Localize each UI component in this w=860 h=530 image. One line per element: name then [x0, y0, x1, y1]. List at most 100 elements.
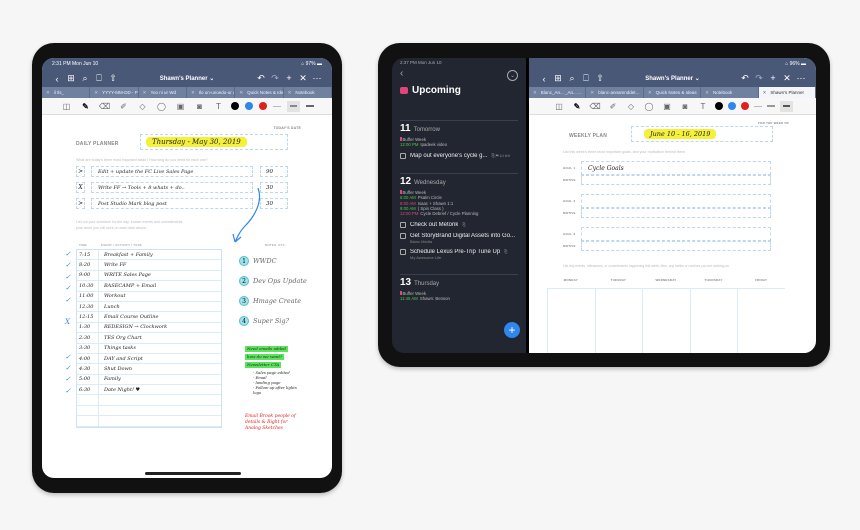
tab-3[interactable]: ✕ Ilo un-unoedu-ur a: [187, 87, 236, 98]
task-mark-box[interactable]: >: [76, 198, 85, 209]
motive-field[interactable]: [581, 208, 771, 218]
pen-tool-icon[interactable]: ✎: [79, 102, 92, 111]
sidebar-toggle-icon[interactable]: ◫: [553, 102, 566, 111]
weekday-column[interactable]: WEDNESDAY: [642, 278, 690, 353]
shapes-icon[interactable]: ◇: [136, 102, 149, 111]
color-red[interactable]: [259, 102, 267, 110]
more-icon[interactable]: ⋯: [794, 73, 808, 84]
todo-item[interactable]: Check out Metorik ⎘: [400, 221, 518, 228]
bookmark-icon[interactable]: ⎕: [579, 73, 593, 84]
todo-checkbox[interactable]: [400, 232, 406, 239]
lasso-icon[interactable]: ◯: [155, 102, 168, 111]
stroke-medium[interactable]: [287, 100, 300, 112]
todo-checkbox[interactable]: [400, 221, 406, 228]
motive-field[interactable]: [581, 175, 771, 185]
close-icon[interactable]: ✕: [296, 73, 310, 84]
todo-item[interactable]: Schedule Lexus Pre-Trip Tune Up ⎘ My Aweso…: [400, 248, 518, 260]
date-field[interactable]: Thursday - May 30, 2019: [140, 134, 288, 150]
weekday-column[interactable]: FRIDAY: [737, 278, 785, 353]
tab-close-icon[interactable]: ✕: [288, 90, 292, 96]
weekday-box[interactable]: [689, 288, 738, 353]
schedule-row[interactable]: 1:30 REDESIGN → Clockwork: [77, 322, 221, 334]
stroke-thin[interactable]: [753, 105, 762, 107]
back-icon[interactable]: ‹: [537, 74, 551, 84]
tab-close-icon[interactable]: ✕: [705, 90, 709, 96]
tab-close-icon[interactable]: ✕: [46, 90, 50, 96]
highlighter-icon[interactable]: ✐: [117, 102, 130, 111]
close-icon[interactable]: ✕: [780, 73, 794, 84]
weekday-box[interactable]: [642, 288, 690, 353]
schedule-row[interactable]: 7:15 Breakfast + Family: [77, 250, 221, 261]
tab-4[interactable]: ✕ Shawn's Planner: [758, 87, 816, 98]
add-page-icon[interactable]: +: [766, 73, 780, 84]
task-mark-box[interactable]: >: [76, 166, 85, 177]
highlighter-icon[interactable]: ✐: [607, 102, 620, 111]
weekday-column[interactable]: MONDAY: [547, 278, 595, 353]
tab-0[interactable]: ✕ il Ils_: [42, 87, 91, 98]
stroke-thick[interactable]: [779, 100, 793, 112]
redo-icon[interactable]: ↷: [752, 73, 766, 84]
camera-icon[interactable]: ◙: [193, 102, 206, 111]
tab-1[interactable]: ✕ YYYY-MM-DD - Pl...: [90, 87, 139, 98]
schedule-row[interactable]: 4:30 Shut Down: [77, 364, 221, 375]
tab-0[interactable]: ✕ Blanc_An... _An... ...: [529, 87, 587, 98]
grid-icon[interactable]: ⊞: [551, 73, 565, 84]
color-black[interactable]: [231, 102, 239, 110]
tab-close-icon[interactable]: ✕: [94, 90, 98, 96]
sidebar-toggle-icon[interactable]: ◫: [60, 102, 73, 111]
lasso-icon[interactable]: ◯: [643, 102, 656, 111]
schedule-row[interactable]: 9:00 WRITE Sales Page: [77, 270, 221, 282]
color-blue[interactable]: [727, 102, 736, 110]
weekday-column[interactable]: THURSDAY: [689, 278, 738, 353]
task-field[interactable]: Edit + update the FC Live Sales Page: [91, 166, 253, 177]
bookmark-icon[interactable]: ⎕: [92, 73, 106, 84]
schedule-row[interactable]: 12:30 Lunch: [77, 301, 221, 313]
search-icon[interactable]: ⌕: [565, 73, 579, 84]
calendar-event[interactable]: 12:00 PM Ipadeek video: [400, 142, 518, 147]
weekday-column[interactable]: TUESDAY: [594, 278, 643, 353]
camera-icon[interactable]: ◙: [679, 102, 692, 111]
share-icon[interactable]: ⇧: [106, 73, 120, 84]
text-box-icon[interactable]: T: [697, 102, 710, 111]
weekday-box[interactable]: [547, 288, 595, 353]
tab-5[interactable]: ✕ Notebook: [284, 87, 332, 98]
eraser-icon[interactable]: ⌫: [98, 102, 111, 111]
schedule-row[interactable]: 8:20 Write FF: [77, 260, 221, 271]
schedule-row[interactable]: 6:30 Date Night! ♥: [77, 385, 221, 396]
weekday-box[interactable]: [594, 288, 643, 353]
schedule-row[interactable]: [77, 395, 221, 406]
tab-3[interactable]: ✕ Notebook: [701, 87, 759, 98]
schedule-row[interactable]: 3:30 Things tasks: [77, 343, 221, 354]
stroke-thin[interactable]: [273, 105, 281, 107]
color-black[interactable]: [714, 102, 723, 110]
stroke-medium[interactable]: [766, 105, 775, 107]
goal-field[interactable]: [581, 227, 771, 241]
grid-icon[interactable]: ⊞: [64, 73, 78, 84]
todo-checkbox[interactable]: [400, 248, 406, 255]
share-icon[interactable]: ⇧: [593, 73, 607, 84]
tab-2[interactable]: ✕ Yoo ni ur Wd: [139, 87, 187, 98]
tab-close-icon[interactable]: ✕: [239, 90, 243, 96]
schedule-row[interactable]: 2:30 TES Org Chart: [77, 333, 221, 344]
things-more-icon[interactable]: ⌄: [507, 70, 518, 81]
color-blue[interactable]: [245, 102, 253, 110]
tab-close-icon[interactable]: ✕: [590, 90, 594, 96]
things-back-icon[interactable]: ‹: [400, 68, 403, 81]
tab-close-icon[interactable]: ✕: [533, 90, 537, 96]
redo-icon[interactable]: ↷: [268, 73, 282, 84]
motive-field[interactable]: [581, 241, 771, 251]
todo-checkbox[interactable]: [400, 152, 406, 159]
tab-4[interactable]: ✕ Quick Notes & Ideas: [235, 87, 284, 98]
schedule-row[interactable]: 10:30 BASECAMP + Email: [77, 281, 221, 292]
eraser-icon[interactable]: ⌫: [589, 102, 602, 111]
image-icon[interactable]: ▣: [174, 102, 187, 111]
calendar-event[interactable]: 11:45 AM Shawn: Benson: [400, 296, 518, 301]
weekday-box[interactable]: [737, 288, 785, 353]
add-todo-button[interactable]: +: [504, 322, 520, 338]
schedule-row[interactable]: 4:00 DAY and Script: [77, 353, 221, 365]
task-mark-box[interactable]: X: [76, 182, 85, 193]
stroke-thick[interactable]: [306, 105, 314, 107]
search-icon[interactable]: ⌕: [78, 73, 92, 84]
pen-tool-icon[interactable]: ✎: [571, 102, 584, 111]
schedule-row[interactable]: [77, 405, 221, 417]
